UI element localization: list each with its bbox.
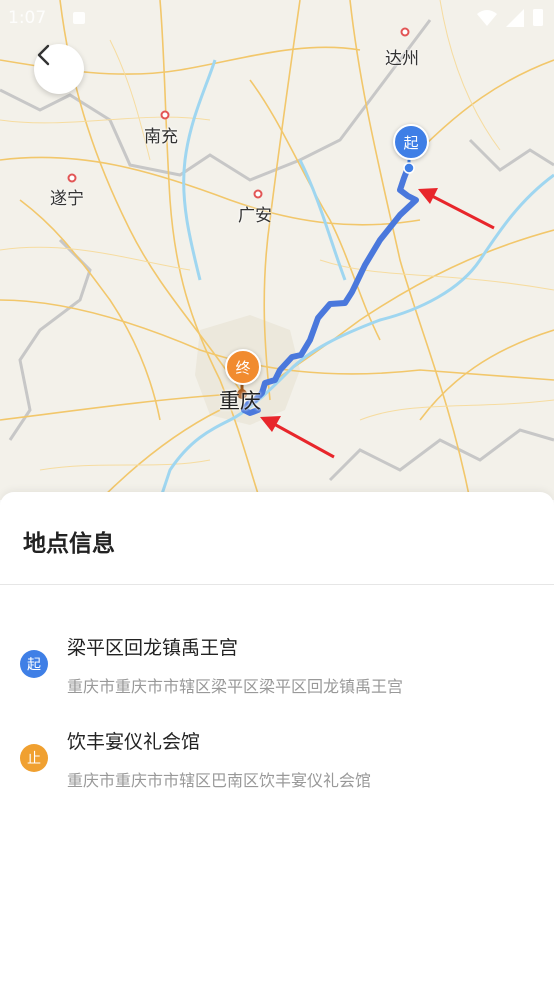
start-marker-label: 起 — [403, 133, 419, 152]
start-location-address: 重庆市重庆市市辖区梁平区梁平区回龙镇禹王宫 — [67, 677, 404, 696]
start-badge: 起 — [20, 650, 48, 678]
location-item-end[interactable]: 止 饮丰宴仪礼会馆 重庆市重庆市市辖区巴南区饮丰宴仪礼会馆 — [0, 722, 554, 802]
end-marker[interactable]: 终 — [225, 349, 261, 385]
status-time: 1:07 — [8, 8, 47, 28]
border-line — [468, 138, 554, 172]
notification-icon — [73, 12, 85, 24]
wifi-icon — [477, 10, 497, 26]
location-info-panel: 地点信息 起 梁平区回龙镇禹王宫 重庆市重庆市市辖区梁平区梁平区回龙镇禹王宫 止… — [0, 492, 554, 984]
panel-title: 地点信息 — [23, 531, 115, 557]
border-line — [328, 428, 554, 482]
battery-icon — [533, 9, 543, 26]
city-label-nanchong: 南充 — [144, 127, 178, 147]
divider — [0, 584, 554, 585]
city-dot — [253, 189, 263, 199]
city-dot — [67, 173, 77, 183]
start-badge-label: 起 — [27, 657, 41, 673]
end-marker-label: 终 — [235, 358, 251, 377]
start-marker[interactable]: 起 — [393, 124, 429, 160]
map-view[interactable]: 1:07 达州 南充 遂宁 广安 重庆 起 终 — [0, 0, 554, 500]
start-location-name: 梁平区回龙镇禹王宫 — [67, 637, 239, 659]
end-location-address: 重庆市重庆市市辖区巴南区饮丰宴仪礼会馆 — [67, 771, 372, 790]
city-label-guangan: 广安 — [238, 206, 272, 226]
end-location-name: 饮丰宴仪礼会馆 — [67, 731, 201, 753]
chevron-left-icon — [37, 44, 50, 66]
end-badge: 止 — [20, 744, 48, 772]
city-label-chongqing: 重庆 — [219, 389, 261, 413]
annotation-arrow — [260, 416, 335, 459]
city-dot — [160, 110, 170, 120]
city-label-dazhou: 达州 — [385, 49, 419, 69]
status-bar: 1:07 — [0, 0, 554, 36]
city-label-suining: 遂宁 — [50, 189, 84, 209]
location-item-start[interactable]: 起 梁平区回龙镇禹王宫 重庆市重庆市市辖区梁平区梁平区回龙镇禹王宫 — [0, 628, 554, 708]
annotation-arrow — [418, 188, 495, 230]
signal-icon — [506, 9, 524, 27]
back-button[interactable] — [34, 44, 84, 94]
start-point — [403, 162, 415, 174]
end-badge-label: 止 — [27, 751, 41, 767]
